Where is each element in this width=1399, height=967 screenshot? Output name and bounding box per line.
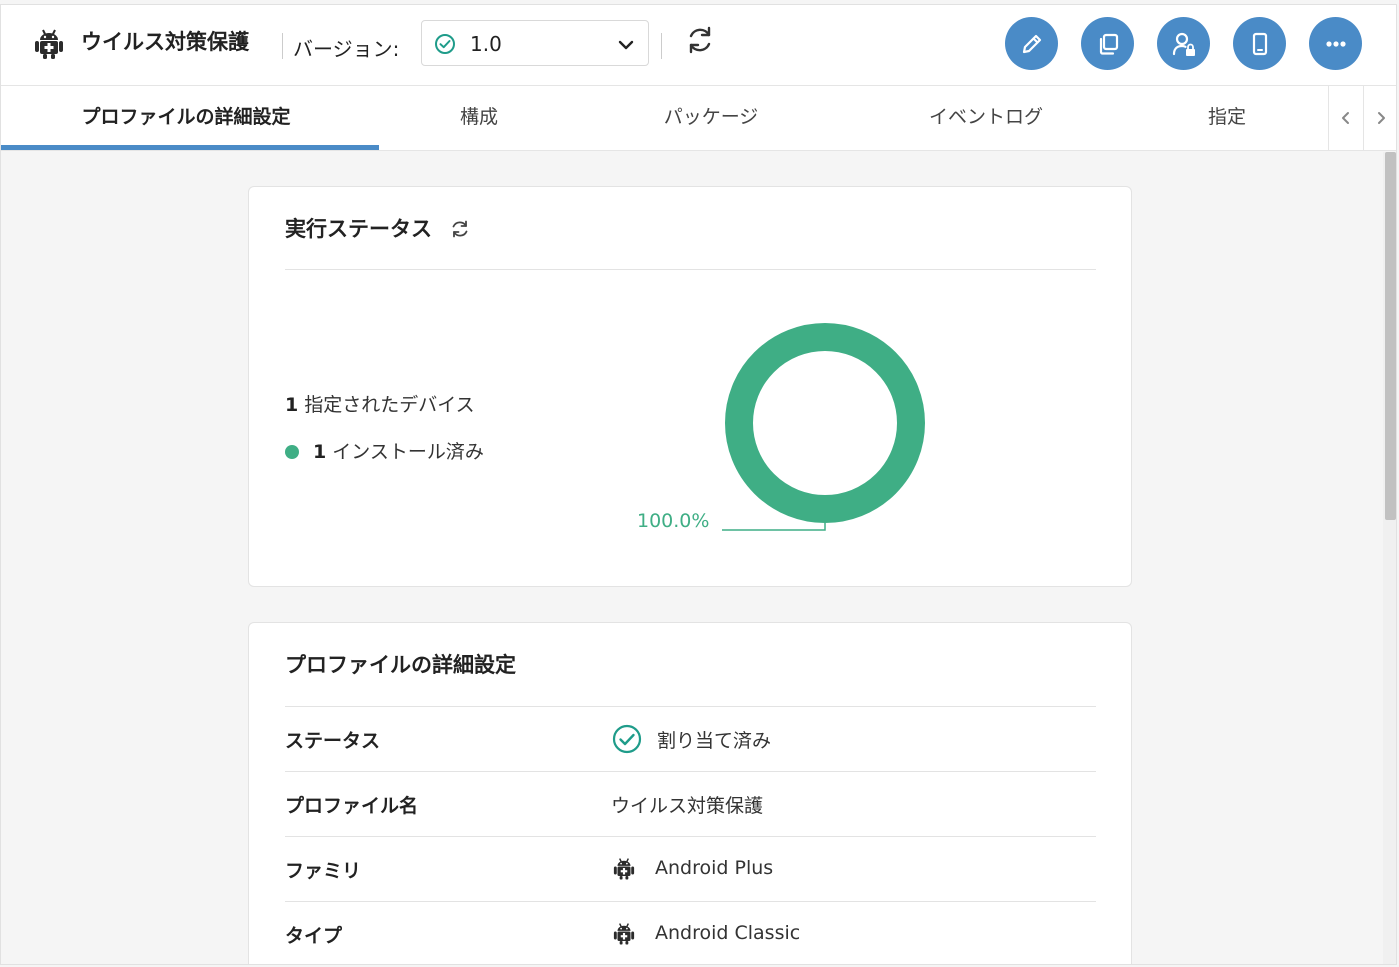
- donut-slice-label: 100.0%: [637, 510, 710, 532]
- card-divider: [285, 269, 1096, 270]
- installed-label: インストール済み: [332, 441, 484, 463]
- chevron-down-icon: [618, 40, 634, 50]
- divider: [661, 33, 662, 59]
- row-divider: [285, 836, 1096, 837]
- donut-slice: [725, 323, 925, 523]
- family-row-value: Android Plus: [611, 855, 773, 881]
- tab-scroll-left-button[interactable]: [1328, 86, 1363, 150]
- edit-icon: [1022, 34, 1041, 53]
- check-circle-icon: [435, 34, 455, 54]
- installed-stat: 1 インストール済み: [285, 437, 484, 464]
- copy-icon: [1099, 33, 1118, 55]
- tab-profile-details[interactable]: プロファイルの詳細設定: [1, 86, 371, 150]
- refresh-icon[interactable]: [683, 23, 717, 57]
- type-row-value: Android Classic: [611, 920, 800, 946]
- chevron-left-icon: [1342, 112, 1349, 124]
- version-select[interactable]: 1.0: [421, 20, 649, 66]
- active-tab-indicator: [1, 145, 379, 150]
- check-circle-icon: [612, 724, 642, 754]
- chevron-right-icon: [1378, 112, 1385, 124]
- version-label: バージョン:: [293, 37, 400, 61]
- scrollbar-thumb[interactable]: [1385, 152, 1396, 520]
- edit-button[interactable]: [1005, 17, 1058, 70]
- tab-configuration[interactable]: 構成: [419, 86, 539, 150]
- tab-packages[interactable]: パッケージ: [631, 86, 791, 150]
- installed-count: 1: [313, 441, 327, 463]
- type-row-label: タイプ: [285, 925, 343, 947]
- profile-name-row-label: プロファイル名: [285, 795, 419, 817]
- profile-details-card: プロファイルの詳細設定 ステータス 割り当て済み プロファイル名 ウイルス対策保…: [248, 622, 1132, 964]
- card-title: 実行ステータス: [285, 213, 471, 243]
- assigned-count: 1: [285, 394, 299, 416]
- tab-event-log[interactable]: イベントログ: [901, 86, 1071, 150]
- status-row-value: 割り当て済み: [611, 723, 771, 755]
- copy-button[interactable]: [1081, 17, 1134, 70]
- user-lock-button[interactable]: [1157, 17, 1210, 70]
- card-title-text: 実行ステータス: [285, 217, 432, 241]
- row-divider: [285, 901, 1096, 902]
- status-row-label: ステータス: [285, 730, 381, 752]
- type-value: Android Classic: [655, 922, 801, 944]
- donut-label-leader: [722, 523, 826, 531]
- device-button[interactable]: [1233, 17, 1286, 70]
- user-lock-icon: [1172, 32, 1195, 56]
- refresh-icon[interactable]: [449, 218, 471, 240]
- family-value: Android Plus: [655, 857, 774, 879]
- app-window: ウイルス対策保護 バージョン: 1.0 プロファイルの詳細設定 構成 パッケージ…: [0, 4, 1397, 965]
- family-row-label: ファミリ: [285, 860, 362, 882]
- page-title: ウイルス対策保護: [81, 30, 249, 54]
- execution-status-card: 実行ステータス 1 指定されたデバイス 1 インストール済み 100.0%: [248, 186, 1132, 587]
- assigned-devices-stat: 1 指定されたデバイス: [285, 390, 475, 417]
- status-value: 割り当て済み: [657, 729, 772, 752]
- row-divider: [285, 771, 1096, 772]
- header-bar: ウイルス対策保護 バージョン: 1.0: [1, 5, 1396, 86]
- assigned-label: 指定されたデバイス: [304, 394, 475, 416]
- card-divider: [285, 706, 1096, 707]
- legend-dot: [285, 445, 299, 459]
- version-value: 1.0: [470, 32, 502, 56]
- device-icon: [1252, 32, 1267, 55]
- android-icon: [613, 858, 635, 880]
- profile-name-value: ウイルス対策保護: [611, 795, 764, 817]
- tab-assignment[interactable]: 指定: [1177, 86, 1277, 150]
- android-icon: [613, 923, 635, 945]
- tab-scroll-right-button[interactable]: [1363, 86, 1396, 150]
- card-title: プロファイルの詳細設定: [285, 653, 516, 677]
- divider: [282, 33, 283, 59]
- more-button[interactable]: [1309, 17, 1362, 70]
- android-icon: [35, 29, 63, 59]
- more-icon: [1325, 40, 1346, 47]
- scrollbar[interactable]: [1383, 152, 1396, 964]
- install-status-donut-chart: [722, 323, 925, 531]
- tab-bar: プロファイルの詳細設定 構成 パッケージ イベントログ 指定: [1, 86, 1396, 151]
